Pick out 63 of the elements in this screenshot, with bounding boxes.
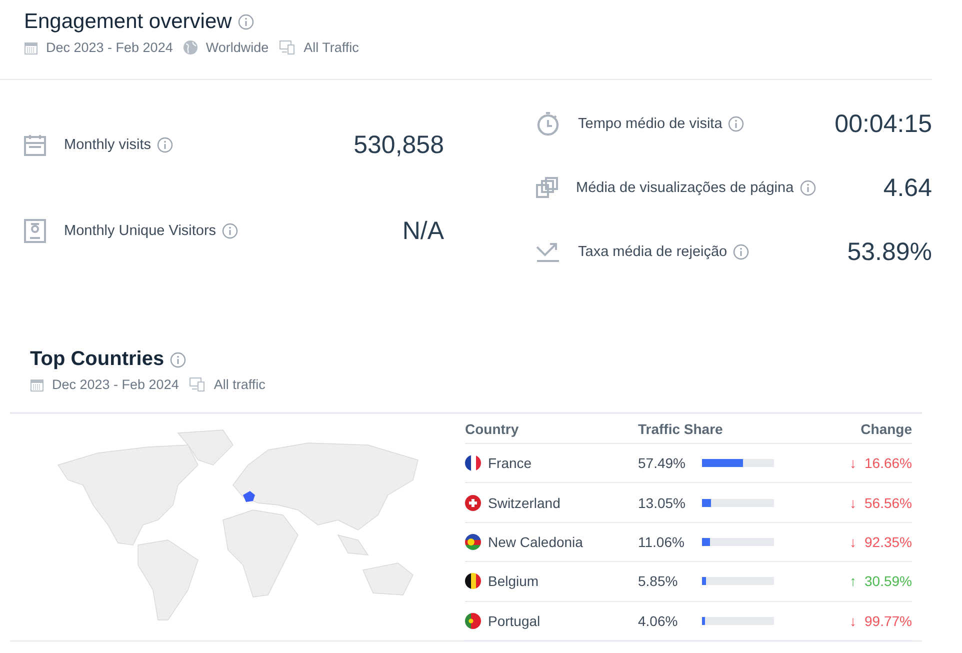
france-highlight — [242, 490, 254, 502]
change-value: 99.77% — [864, 612, 912, 629]
traffic-share: 11.06% — [638, 534, 686, 550]
metric-value: 530,858 — [354, 130, 444, 160]
filter-label: All traffic — [214, 377, 266, 392]
change-value: 30.59% — [864, 573, 912, 590]
change-value: 56.56% — [864, 494, 912, 511]
metric-label: Média de visualizações de página — [576, 180, 794, 196]
section-title: Top Countries — [30, 348, 164, 371]
metric-value: N/A — [402, 216, 444, 246]
trend-arrow: ↓ — [850, 494, 857, 511]
flag-icon — [465, 534, 481, 550]
filter-label: All Traffic — [304, 40, 359, 55]
trend-arrow: ↓ — [850, 455, 857, 472]
country-name: Portugal — [488, 612, 540, 629]
flag-icon — [465, 455, 481, 472]
info-icon[interactable] — [728, 116, 744, 132]
metric-value: 53.89% — [847, 238, 932, 266]
section-title: Engagement overview — [24, 10, 232, 34]
filter-label: Dec 2023 - Feb 2024 — [46, 40, 173, 55]
info-icon[interactable] — [157, 137, 174, 153]
devices-icon — [278, 40, 296, 55]
stopwatch-icon — [536, 112, 560, 136]
trend-arrow: ↓ — [850, 534, 857, 550]
info-icon[interactable] — [222, 223, 238, 239]
calendar-icon — [24, 40, 38, 54]
traffic-share: 13.05% — [638, 494, 686, 511]
metric-value: 4.64 — [883, 174, 932, 202]
metric-label: Monthly Unique Visitors — [64, 223, 216, 239]
globe-icon — [182, 40, 198, 55]
flag-icon — [465, 494, 481, 511]
traffic-share: 4.06% — [638, 612, 679, 629]
filter-label: Worldwide — [206, 40, 269, 55]
country-name: France — [488, 455, 532, 472]
info-icon[interactable] — [733, 244, 750, 260]
metric-label: Monthly visits — [64, 137, 152, 153]
country-name: Belgium — [488, 573, 539, 590]
calendar-icon — [24, 134, 46, 156]
column-header: Traffic Share — [638, 420, 724, 436]
info-icon[interactable] — [238, 14, 254, 30]
flag-icon — [465, 573, 481, 590]
devices-icon — [188, 377, 206, 392]
country-name: Switzerland — [488, 494, 560, 511]
person-icon — [24, 219, 46, 243]
column-header: Change — [860, 420, 912, 436]
calendar-icon — [30, 378, 44, 392]
metric-label: Taxa média de rejeição — [578, 244, 728, 260]
change-value: 16.66% — [864, 455, 912, 472]
metric-value: 00:04:15 — [834, 110, 932, 138]
trend-arrow: ↑ — [850, 573, 857, 590]
bounce-arrow-icon — [536, 241, 560, 263]
trend-arrow: ↓ — [850, 612, 857, 629]
metric-label: Tempo médio de visita — [578, 116, 722, 132]
column-header: Country — [465, 420, 520, 436]
pages-icon — [536, 177, 558, 199]
traffic-share: 5.85% — [638, 573, 679, 590]
flag-icon — [465, 612, 481, 629]
info-icon[interactable] — [800, 180, 816, 196]
filter-label: Dec 2023 - Feb 2024 — [52, 377, 179, 392]
country-name: New Caledonia — [488, 534, 583, 550]
change-value: 92.35% — [864, 534, 912, 550]
info-icon[interactable] — [170, 352, 186, 368]
traffic-share: 57.49% — [638, 455, 686, 472]
